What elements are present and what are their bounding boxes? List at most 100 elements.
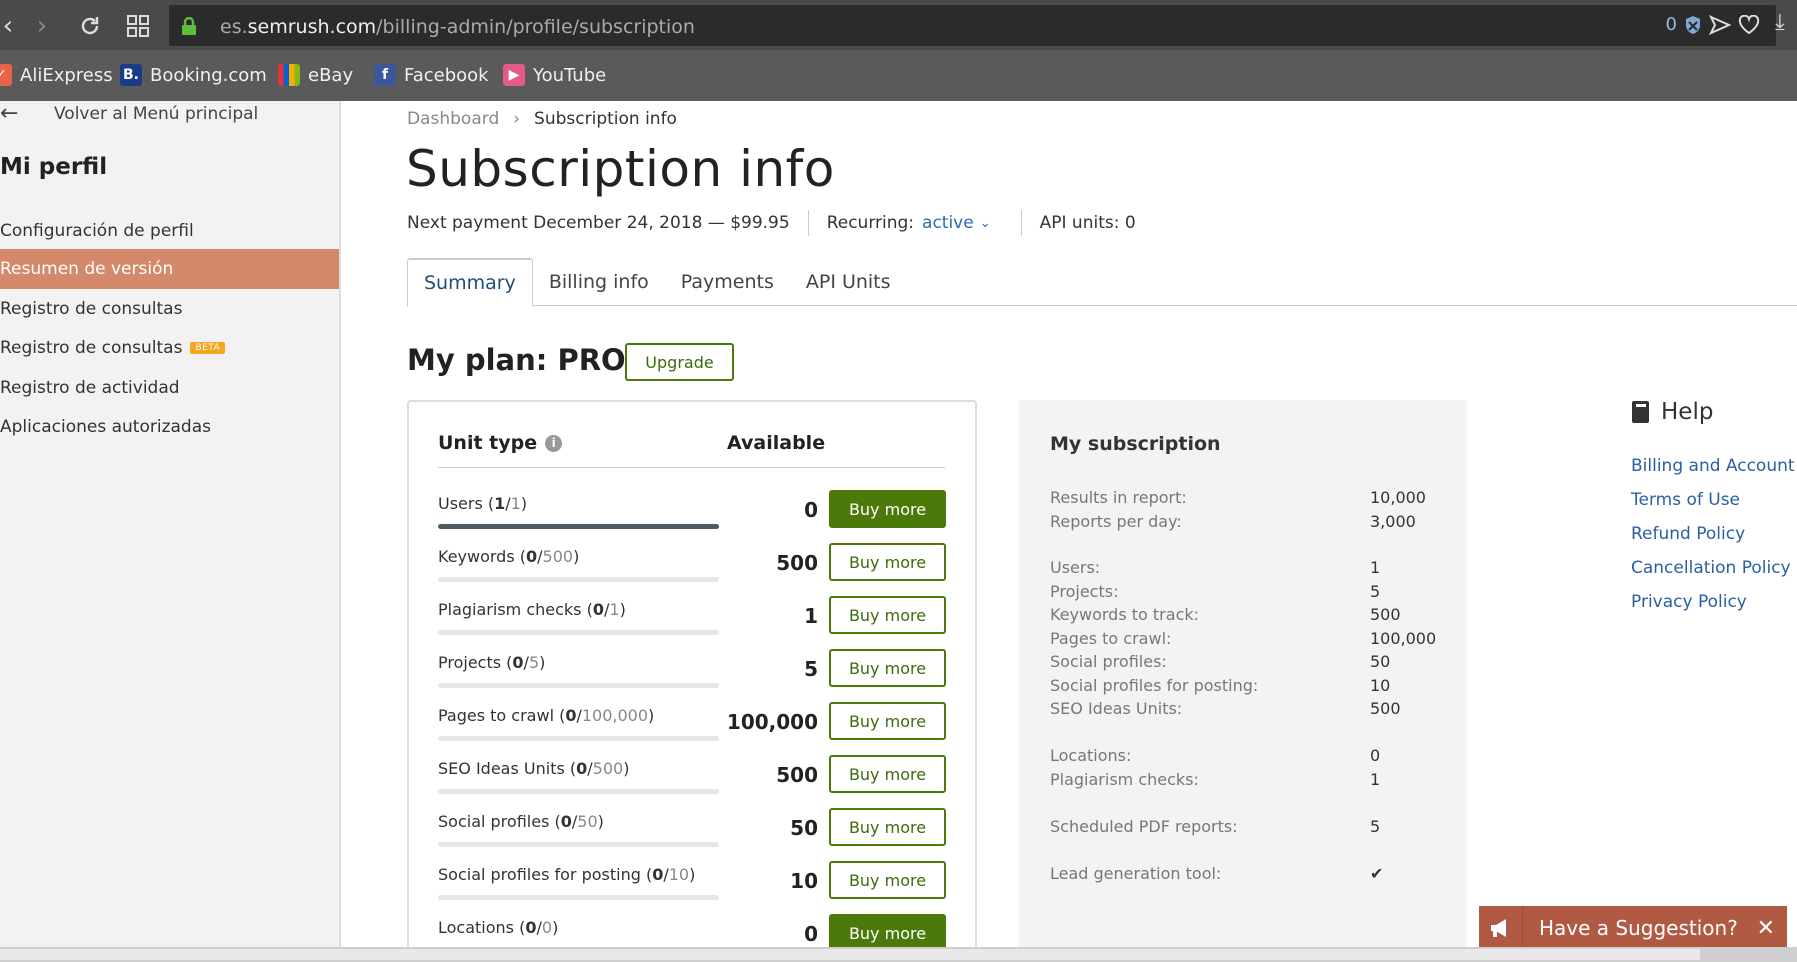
sidebar-item-authorized-apps[interactable]: Aplicaciones autorizadas [0, 407, 339, 447]
unit-available: 10 [790, 869, 818, 893]
subscription-row: Projects: 5 [1050, 582, 1440, 601]
subscription-row: Reports per day: 3,000 [1050, 512, 1440, 531]
buy-more-button[interactable]: Buy more [829, 649, 946, 687]
my-subscription-card: My subscription Results in report: 10,000… [1019, 400, 1467, 962]
unit-row: Users (1/1) 0 Buy more [438, 490, 946, 534]
sidebar-item-activity-log[interactable]: Registro de actividad [0, 368, 339, 408]
shield-icon[interactable] [1684, 15, 1702, 35]
help-title: Help [1661, 399, 1714, 425]
plan-title: My plan: PRO [407, 343, 626, 377]
reload-icon[interactable] [72, 8, 108, 44]
breadcrumb-dashboard[interactable]: Dashboard [407, 109, 499, 129]
suggestion-widget[interactable]: Have a Suggestion? ✕ [1479, 906, 1787, 950]
megaphone-icon [1479, 906, 1523, 950]
buy-more-button[interactable]: Buy more [829, 702, 946, 740]
info-icon[interactable]: i [545, 434, 563, 452]
tab-api-units[interactable]: API Units [790, 258, 907, 306]
help-link-cancellation[interactable]: Cancellation Policy [1631, 558, 1791, 578]
usage-bar [438, 842, 719, 847]
subscription-key: Results in report: [1050, 488, 1187, 507]
usage-bar [438, 789, 719, 794]
back-label: Volver al Menú principal [54, 104, 259, 124]
usage-bar [438, 895, 719, 900]
divider [807, 210, 809, 236]
download-icon[interactable]: ⤓ [1775, 10, 1797, 40]
subscription-value: 1 [1370, 770, 1381, 789]
help-link-billing[interactable]: Billing and Account [1631, 456, 1795, 476]
subscription-value: 0 [1370, 746, 1381, 765]
subscription-row: Social profiles: 50 [1050, 652, 1440, 671]
arrow-left-icon: ← [0, 101, 19, 126]
bookmark-aliexpress[interactable]: ✓ AliExpress [0, 64, 113, 86]
divider [1020, 210, 1022, 236]
sidebar-item-label: Registro de consultas [0, 299, 183, 319]
unit-label: Social profiles (0/50) [438, 812, 604, 831]
next-payment: Next payment December 24, 2018 — $99.95 [407, 213, 790, 233]
chevron-down-icon[interactable]: ⌄ [980, 216, 991, 231]
breadcrumb: Dashboard › Subscription info [407, 109, 677, 129]
sidebar-item-profile-settings[interactable]: Configuración de perfil [0, 211, 339, 251]
tab-bar: Summary Billing info Payments API Units [407, 258, 1797, 307]
subscription-value: 500 [1370, 605, 1401, 624]
usage-bar [438, 736, 719, 741]
address-bar[interactable]: es.semrush.com/billing-admin/profile/sub… [169, 5, 1776, 46]
back-to-main-menu[interactable]: ← Volver al Menú principal [0, 101, 258, 127]
close-icon[interactable]: ✕ [1757, 916, 1775, 941]
upgrade-button[interactable]: Upgrade [625, 343, 734, 381]
unit-row: Keywords (0/500) 500 Buy more [438, 543, 946, 587]
buy-more-button[interactable]: Buy more [829, 490, 946, 528]
subscription-value: 50 [1370, 652, 1391, 671]
unit-row: Social profiles for posting (0/10) 10 Buy … [438, 861, 946, 905]
unit-label: Projects (0/5) [438, 653, 546, 672]
unit-label: Social profiles for posting (0/10) [438, 865, 696, 884]
scrollbar-thumb[interactable] [0, 949, 1700, 960]
subscription-row: Results in report: 10,000 [1050, 488, 1440, 507]
unit-label: Keywords (0/500) [438, 547, 580, 566]
sidebar-item-query-log-beta[interactable]: Registro de consultas BETA [0, 328, 339, 368]
sidebar-title: Mi perfil [0, 154, 108, 180]
chevron-right-icon: › [513, 109, 521, 129]
horizontal-scrollbar[interactable] [0, 947, 1797, 962]
subscription-value: 3,000 [1370, 512, 1416, 531]
buy-more-button[interactable]: Buy more [829, 861, 946, 899]
help-link-terms[interactable]: Terms of Use [1631, 490, 1740, 510]
subscription-meta: Next payment December 24, 2018 — $99.95 … [407, 210, 1136, 236]
unit-row: SEO Ideas Units (0/500) 500 Buy more [438, 755, 946, 799]
sidebar-item-version-summary[interactable]: Resumen de versión [0, 249, 339, 289]
units-table-header: Unit type i Available [438, 432, 945, 468]
facebook-icon: f [374, 64, 396, 86]
buy-more-button[interactable]: Buy more [829, 755, 946, 793]
send-icon[interactable] [1709, 14, 1731, 35]
bookmark-ebay[interactable]: eBay [278, 64, 353, 86]
subscription-row: Keywords to track: 500 [1050, 605, 1440, 624]
bookmark-youtube[interactable]: ▶ YouTube [503, 64, 606, 86]
forward-icon[interactable]: › [24, 8, 60, 44]
sidebar-item-label: Resumen de versión [0, 259, 174, 279]
subscription-row: Locations: 0 [1050, 746, 1440, 765]
recurring-status-dropdown[interactable]: active [922, 213, 974, 233]
tab-billing-info[interactable]: Billing info [533, 258, 665, 306]
speed-dial-icon[interactable] [120, 8, 156, 44]
heart-icon[interactable] [1738, 14, 1760, 35]
buy-more-button[interactable]: Buy more [829, 596, 946, 634]
bookmark-facebook[interactable]: f Facebook [374, 64, 489, 86]
subscription-key: Users: [1050, 558, 1101, 577]
subscription-row: Pages to crawl: 100,000 [1050, 629, 1440, 648]
sidebar-item-query-log[interactable]: Registro de consultas [0, 289, 339, 329]
help-panel: Help Billing and Account Terms of Use Re… [1631, 399, 1795, 612]
subscription-row: Scheduled PDF reports: 5 [1050, 817, 1440, 836]
unit-label: Plagiarism checks (0/1) [438, 600, 626, 619]
help-link-refund[interactable]: Refund Policy [1631, 524, 1745, 544]
usage-bar [438, 630, 719, 635]
page-title: Subscription info [406, 140, 835, 198]
tab-summary[interactable]: Summary [407, 258, 533, 307]
unit-row: Social profiles (0/50) 50 Buy more [438, 808, 946, 852]
buy-more-button[interactable]: Buy more [829, 543, 946, 581]
bookmarks-bar: ✓ AliExpress B. Booking.com eBay f Facebook… [0, 50, 1797, 101]
sidebar-item-label: Configuración de perfil [0, 221, 194, 241]
back-icon[interactable]: ‹ [0, 8, 26, 44]
bookmark-booking[interactable]: B. Booking.com [120, 64, 267, 86]
buy-more-button[interactable]: Buy more [829, 808, 946, 846]
tab-payments[interactable]: Payments [665, 258, 790, 306]
help-link-privacy[interactable]: Privacy Policy [1631, 592, 1747, 612]
